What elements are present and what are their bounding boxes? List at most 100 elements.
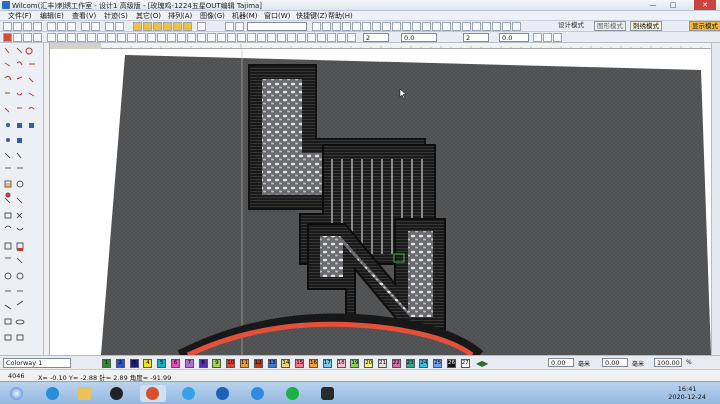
pos-x-field[interactable]: 0.00 xyxy=(548,358,574,367)
tool-b-icon[interactable] xyxy=(322,22,331,31)
select-red-icon[interactable] xyxy=(3,33,12,42)
color-swatch[interactable]: 8 xyxy=(198,359,208,368)
tool-l-icon[interactable] xyxy=(422,22,431,31)
tool-s-icon[interactable] xyxy=(492,22,501,31)
tool-aa-icon[interactable] xyxy=(297,33,306,42)
reshape-icon[interactable] xyxy=(23,33,32,42)
embroidery-design[interactable] xyxy=(50,49,711,355)
color-swatch[interactable]: 5 xyxy=(157,359,167,368)
graphic-mode-button[interactable]: 图形模式 xyxy=(594,21,626,31)
color-swatch[interactable]: 12 xyxy=(253,359,263,368)
color-swatch[interactable]: 26 xyxy=(447,359,456,368)
undo-icon[interactable] xyxy=(81,22,90,31)
offset-icon[interactable] xyxy=(237,33,246,42)
color-swatch[interactable]: 23 xyxy=(405,359,415,368)
color-swatch[interactable]: 1 xyxy=(102,359,111,368)
color-swatch[interactable]: 2 xyxy=(115,359,125,368)
layer-down-icon[interactable] xyxy=(167,33,176,42)
start-button[interactable] xyxy=(4,385,30,402)
menu-file[interactable]: 文件(F) xyxy=(8,11,32,21)
tool-ai-icon[interactable] xyxy=(553,33,562,42)
trim-icon[interactable] xyxy=(187,33,196,42)
menu-edit[interactable]: 编辑(E) xyxy=(40,11,64,21)
taskbar-qq-icon[interactable] xyxy=(104,385,130,402)
color-swatch[interactable]: 21 xyxy=(378,359,387,368)
knife-icon[interactable] xyxy=(33,33,42,42)
menu-shortcut[interactable]: 快捷键(Z) xyxy=(296,11,327,21)
align-center-icon[interactable] xyxy=(57,33,66,42)
tool-a-icon[interactable] xyxy=(312,22,321,31)
tool-w-icon[interactable] xyxy=(257,33,266,42)
menu-view[interactable]: 查看(V) xyxy=(72,11,96,21)
tool-o-icon[interactable] xyxy=(452,22,461,31)
cut-icon[interactable] xyxy=(47,22,56,31)
new-icon[interactable] xyxy=(3,22,12,31)
design-canvas[interactable] xyxy=(50,49,711,355)
color-swatch[interactable]: 17 xyxy=(322,359,332,368)
maximize-button[interactable]: □ xyxy=(664,0,682,10)
align-right-icon[interactable] xyxy=(67,33,76,42)
menu-arrange[interactable]: 排列(A) xyxy=(168,11,192,21)
menu-machine[interactable]: 机器(M) xyxy=(232,11,258,21)
color-swatch[interactable]: 4 xyxy=(143,359,153,368)
rotate-icon[interactable] xyxy=(127,33,136,42)
hide-icon[interactable] xyxy=(147,33,156,42)
angle-field[interactable]: 0.0 xyxy=(499,33,529,42)
font-select[interactable] xyxy=(247,22,307,31)
tool-ac-icon[interactable] xyxy=(317,33,326,42)
layer-up-icon[interactable] xyxy=(157,33,166,42)
stitch-tool-5-icon[interactable] xyxy=(173,22,182,31)
weld-icon[interactable] xyxy=(177,33,186,42)
align-top-icon[interactable] xyxy=(77,33,86,42)
align-bottom-icon[interactable] xyxy=(87,33,96,42)
color-swatch[interactable]: 16 xyxy=(309,359,318,368)
stitch-tool-4-icon[interactable] xyxy=(163,22,172,31)
left-toolbox-icons[interactable] xyxy=(0,43,44,355)
length-field[interactable]: 0.0 xyxy=(401,33,437,42)
color-swatch[interactable]: 9 xyxy=(212,359,222,368)
menu-other[interactable]: 其它(O) xyxy=(136,11,161,21)
color-swatch[interactable]: 14 xyxy=(281,359,291,368)
menu-window[interactable]: 窗口(W) xyxy=(264,11,290,21)
ungroup-icon[interactable] xyxy=(107,33,116,42)
tool-k-icon[interactable] xyxy=(412,22,421,31)
stitch-tool-1-icon[interactable] xyxy=(133,22,142,31)
tool-g-icon[interactable] xyxy=(372,22,381,31)
tool-y-icon[interactable] xyxy=(277,33,286,42)
text-tool-icon[interactable] xyxy=(235,22,244,31)
menu-image[interactable]: 图像(G) xyxy=(200,11,225,21)
add-color-icon[interactable]: ◀▶ xyxy=(476,359,488,368)
taskbar-explorer-icon[interactable] xyxy=(72,385,98,402)
color-swatch[interactable]: 15 xyxy=(295,359,305,368)
color-swatch[interactable]: 13 xyxy=(267,359,277,368)
vertical-scrollbar[interactable] xyxy=(711,43,720,355)
tool-x-icon[interactable] xyxy=(267,33,276,42)
save-icon[interactable] xyxy=(23,22,32,31)
align-left-icon[interactable] xyxy=(47,33,56,42)
tool-f-icon[interactable] xyxy=(362,22,371,31)
color-swatch[interactable]: 6 xyxy=(171,359,180,368)
taskbar-shield-icon[interactable] xyxy=(245,385,271,402)
tool-m-icon[interactable] xyxy=(432,22,441,31)
zoom-out-icon[interactable] xyxy=(115,22,124,31)
stitch-tool-3-icon[interactable] xyxy=(153,22,162,31)
color-swatch[interactable]: 18 xyxy=(336,359,346,368)
tool-ae-icon[interactable] xyxy=(337,33,346,42)
intersect-icon[interactable] xyxy=(197,33,206,42)
tool-ah-icon[interactable] xyxy=(543,33,552,42)
paste-icon[interactable] xyxy=(67,22,76,31)
tool-r-icon[interactable] xyxy=(482,22,491,31)
circle-tool-icon[interactable] xyxy=(225,22,234,31)
color-swatch[interactable]: 3 xyxy=(129,359,139,368)
combine-icon[interactable] xyxy=(207,33,216,42)
color-swatch[interactable]: 11 xyxy=(240,359,249,368)
stitch-tool-2-icon[interactable] xyxy=(143,22,152,31)
mirror-icon[interactable] xyxy=(117,33,126,42)
taskbar-ie-icon[interactable] xyxy=(40,385,66,402)
tool-ab-icon[interactable] xyxy=(307,33,316,42)
taskbar-wilcom-icon[interactable] xyxy=(140,385,166,402)
display-mode-button[interactable]: 显示模式 xyxy=(689,21,720,31)
fill-icon[interactable] xyxy=(197,22,206,31)
color-swatch[interactable]: 19 xyxy=(350,359,360,368)
colorway-select[interactable]: Colorway 1 xyxy=(3,358,71,368)
